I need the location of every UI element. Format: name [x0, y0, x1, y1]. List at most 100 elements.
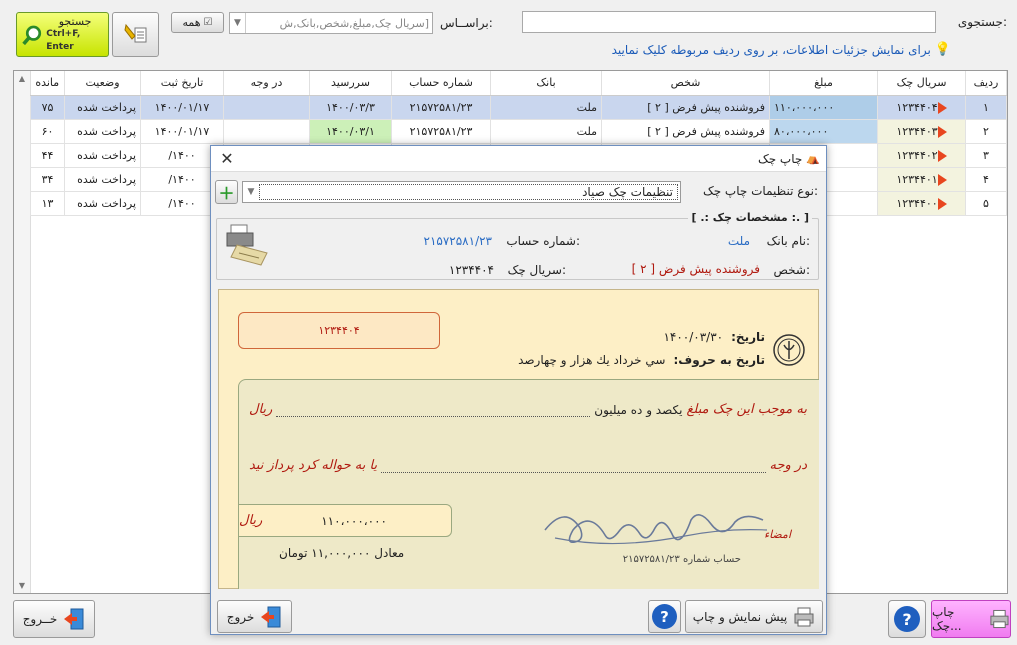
table-cell[interactable]: ۱۲۳۴۴۰۴ — [877, 94, 966, 120]
table-cell[interactable]: ۶۰ — [30, 118, 65, 144]
cell-text: ۱۴۰۰/۰۱/۱۷ — [154, 100, 210, 114]
table-cell[interactable]: فروشنده پیش فرض [ ۲ ] — [601, 94, 770, 120]
cell-text: ۱۲۳۴۴۰۰ — [896, 196, 938, 210]
cell-text: ۲ — [983, 124, 989, 138]
table-cell[interactable]: ۱۲۳۴۴۰۳ — [877, 118, 966, 144]
bank-emblem-icon — [773, 334, 805, 366]
hint: برای نمایش جزئیات اطلاعات، بر روی ردیف م… — [612, 42, 951, 57]
col-header[interactable]: در وجه — [223, 71, 310, 96]
cell-text: ۸۰،۰۰۰،۰۰۰ — [774, 124, 829, 138]
table-cell[interactable]: ۱۲۳۴۴۰۰ — [877, 190, 966, 216]
table-cell[interactable]: پرداخت شده — [64, 118, 141, 144]
col-header[interactable]: شخص — [601, 71, 770, 96]
preview-print-button[interactable]: پیش نمایش و چاپ — [685, 600, 823, 633]
table-cell[interactable]: ۷۵ — [30, 94, 65, 120]
table-cell[interactable]: ۴ — [965, 166, 1007, 192]
col-header[interactable]: بانک — [490, 71, 602, 96]
main-exit-button[interactable]: خــروج — [13, 600, 95, 638]
dialog-exit-button[interactable]: خروج — [217, 600, 292, 633]
signature-label: امضاء — [763, 528, 791, 541]
cell-text: ۱۴۰۰/۰۳/۱ — [326, 124, 375, 138]
search-input[interactable] — [522, 11, 936, 33]
vertical-scrollbar[interactable]: ▲ ▼ — [14, 71, 31, 593]
col-header[interactable]: شماره حساب — [391, 71, 491, 96]
table-cell[interactable]: پرداخت شده — [64, 190, 141, 216]
main-help-button[interactable]: ? — [888, 600, 926, 638]
table-cell[interactable]: ۳ — [965, 142, 1007, 168]
all-label: همه — [182, 16, 201, 29]
table-cell[interactable]: ۱۱۰،۰۰۰،۰۰۰ — [769, 94, 878, 120]
cheque-body: به موجب این چک مبلغ یکصد و ده میلیون ریا… — [238, 379, 819, 589]
group-title: [ .: مشخصات چک :. ] — [688, 211, 812, 224]
col-header[interactable]: مبلغ — [769, 71, 878, 96]
based-on-select[interactable]: ▼ [سریال چک,مبلغ,شخص,بانک,ش — [229, 12, 433, 34]
cell-text: پرداخت شده — [77, 172, 136, 186]
serial-label: سریال چک: — [507, 263, 566, 277]
table-cell[interactable]: ۱۲۳۴۴۰۱ — [877, 166, 966, 192]
cell-text: ۴۴ — [41, 148, 54, 162]
row-arrow-icon — [937, 173, 947, 186]
table-cell[interactable]: ۱۴۰۰/۰۱/۱۷ — [140, 94, 224, 120]
cheque-amount-line: به موجب این چک مبلغ یکصد و ده میلیون ریا… — [249, 402, 807, 417]
table-cell[interactable]: ۱۳ — [30, 190, 65, 216]
dialog-help-button[interactable]: ? — [648, 600, 681, 633]
table-cell[interactable]: ۴۴ — [30, 142, 65, 168]
preview-print-label: پیش نمایش و چاپ — [692, 609, 788, 624]
cheque-date-value: ۱۴۰۰/۰۳/۳۰ — [663, 330, 724, 344]
cell-text: ۱۲۳۴۴۰۴ — [896, 100, 938, 114]
col-header[interactable]: سررسید — [309, 71, 392, 96]
table-header-row: ردیف سریال چک مبلغ شخص بانک شماره حساب س… — [30, 71, 1007, 96]
hint-text: برای نمایش جزئیات اطلاعات، بر روی ردیف م… — [611, 42, 931, 57]
table-row[interactable]: ۲ ۱۲۳۴۴۰۳ ۸۰،۰۰۰،۰۰۰ فروشنده پیش فرض [ ۲ ] م… — [30, 118, 1007, 144]
table-cell[interactable]: پرداخت شده — [64, 166, 141, 192]
table-cell[interactable]: ۱۲۳۴۴۰۲ — [877, 142, 966, 168]
table-cell[interactable] — [223, 94, 310, 120]
table-cell[interactable]: ۱ — [965, 94, 1007, 120]
clear-filter-button[interactable] — [112, 12, 159, 57]
col-header[interactable]: مانده — [30, 71, 65, 96]
cheque-date-words-value: سي خرداد يك هزار و چهارصد — [518, 353, 666, 367]
cell-text: ملت — [576, 124, 597, 138]
table-cell[interactable]: پرداخت شده — [64, 142, 141, 168]
cheque-date-words-label: تاریخ به حروف: — [673, 353, 765, 367]
table-cell[interactable]: فروشنده پیش فرض [ ۲ ] — [601, 118, 770, 144]
table-cell[interactable]: ۲ — [965, 118, 1007, 144]
table-cell[interactable]: ۱۴۰۰/۰۳/۳ — [309, 94, 392, 120]
col-header[interactable]: سریال چک — [877, 71, 966, 96]
cell-text: پرداخت شده — [77, 196, 136, 210]
table-row[interactable]: ۱ ۱۲۳۴۴۰۴ ۱۱۰،۰۰۰،۰۰۰ فروشنده پیش فرض [ ۲ ]… — [30, 94, 1007, 120]
scroll-down-icon[interactable]: ▼ — [14, 581, 30, 590]
table-cell[interactable] — [223, 118, 310, 144]
cell-text: ۱ — [983, 100, 989, 114]
row-arrow-icon — [937, 125, 947, 138]
col-header[interactable]: تاریخ ثبت — [140, 71, 224, 96]
close-icon[interactable]: ✕ — [217, 149, 237, 168]
table-cell[interactable]: پرداخت شده — [64, 94, 141, 120]
table-cell[interactable]: ۵ — [965, 190, 1007, 216]
settings-select[interactable]: ▼ تنظیمات چک صیاد — [242, 181, 681, 203]
table-cell[interactable]: ملت — [490, 118, 602, 144]
settings-label: نوع تنظیمات چاپ چک: — [702, 184, 818, 198]
table-cell[interactable]: ۱۴۰۰/۰۳/۱ — [309, 118, 392, 144]
all-button[interactable]: همه ☑ — [171, 12, 224, 33]
based-on-label: براســاس: — [440, 16, 493, 30]
table-cell[interactable]: ۲۱۵۷۲۵۸۱/۲۳ — [391, 118, 491, 144]
cell-text: ۱۴۰۰/ — [168, 196, 196, 210]
based-on-value: [سریال چک,مبلغ,شخص,بانک,ش — [279, 16, 429, 30]
table-cell[interactable]: ۲۱۵۷۲۵۸۱/۲۳ — [391, 94, 491, 120]
cheque-date-label: تاریخ: — [731, 330, 765, 344]
table-cell[interactable]: ۸۰،۰۰۰،۰۰۰ — [769, 118, 878, 144]
col-header[interactable]: ردیف — [965, 71, 1007, 96]
scroll-up-icon[interactable]: ▲ — [14, 74, 30, 83]
add-settings-button[interactable]: ＋ — [215, 180, 238, 204]
search-button[interactable]: جستجو Ctrl+F, Enter — [16, 12, 109, 57]
chevron-down-icon[interactable]: ▼ — [243, 187, 259, 197]
table-cell[interactable]: ملت — [490, 94, 602, 120]
print-cheque-button[interactable]: چاپ چک... — [931, 600, 1011, 638]
dialog-title: چاپ چک — [757, 151, 803, 166]
chevron-down-icon[interactable]: ▼ — [230, 13, 246, 33]
table-cell[interactable]: ۱۴۰۰/۰۱/۱۷ — [140, 118, 224, 144]
cheque-date-words: تاریخ به حروف: سي خرداد يك هزار و چهارصد — [518, 353, 765, 367]
col-header[interactable]: وضعیت — [64, 71, 141, 96]
table-cell[interactable]: ۳۴ — [30, 166, 65, 192]
